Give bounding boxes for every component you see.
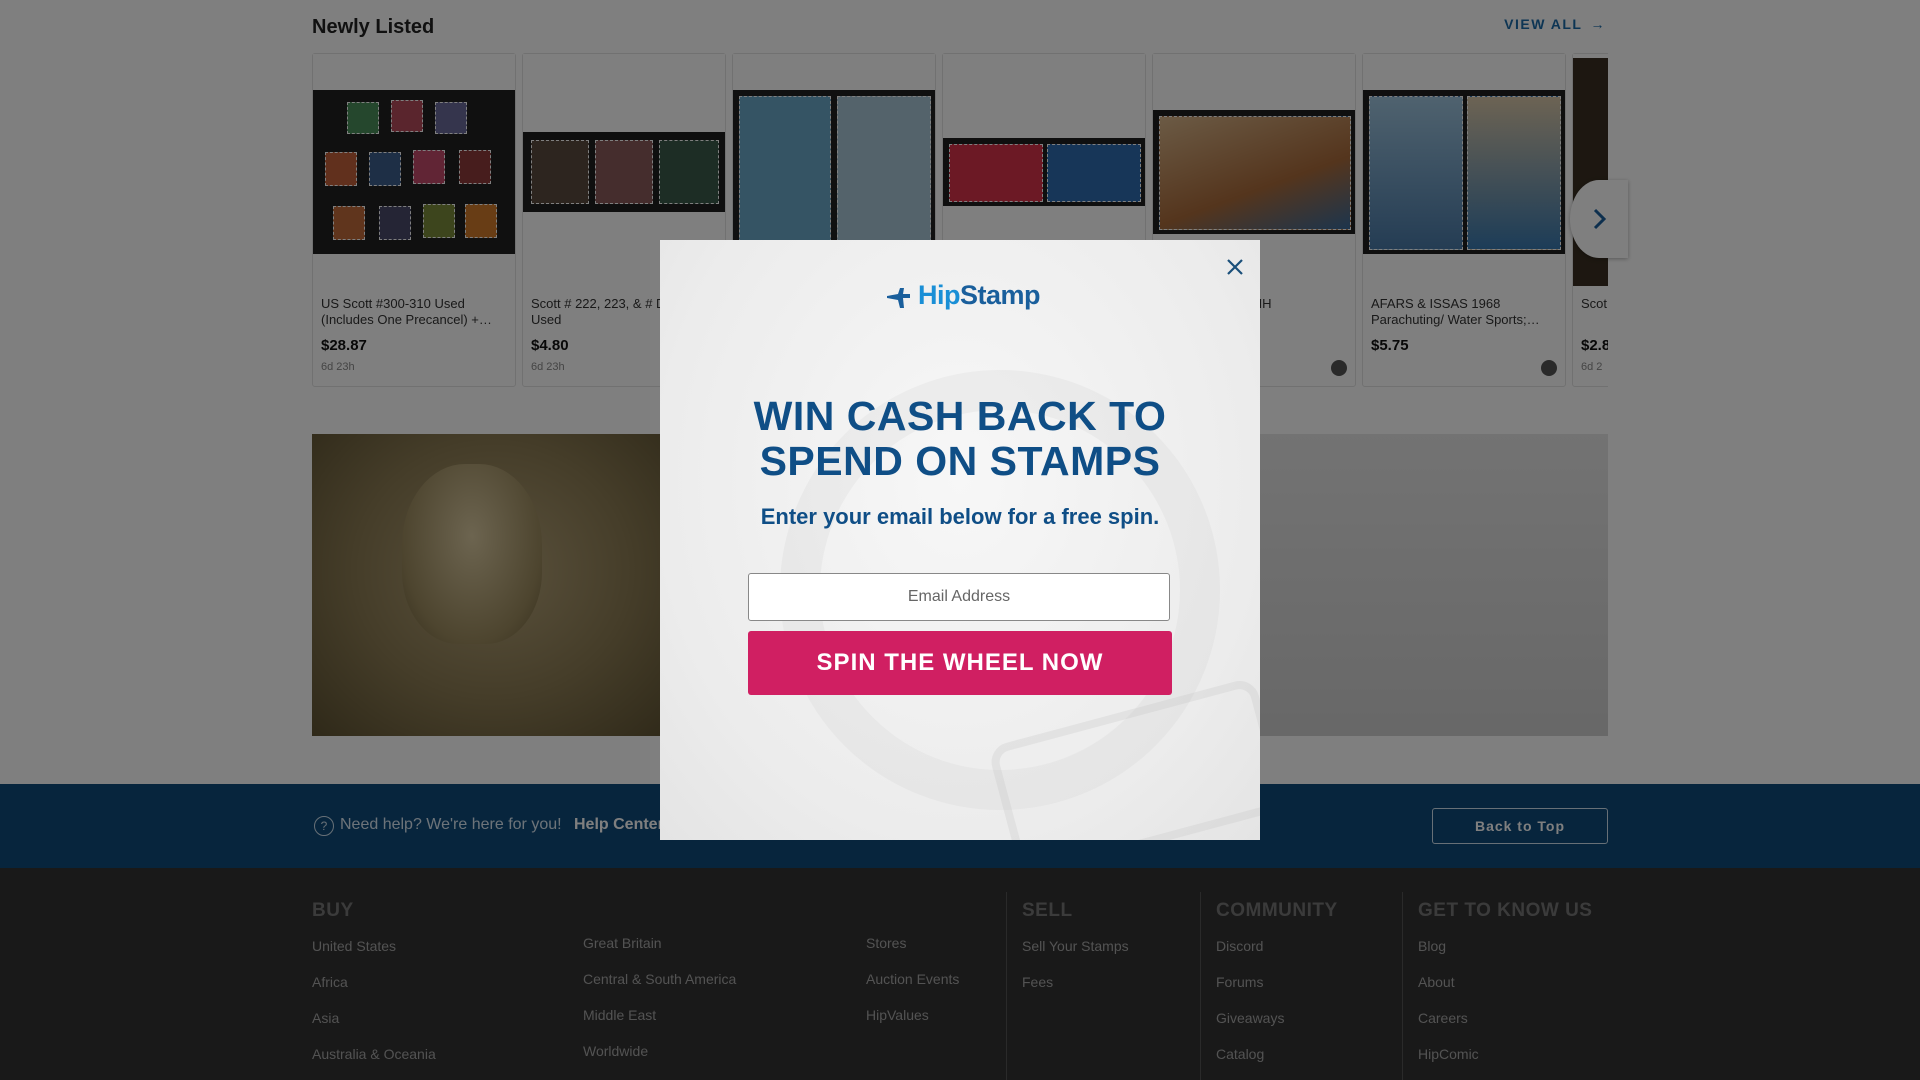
close-icon (1227, 259, 1243, 275)
hipstamp-logo: HipStamp (884, 274, 1041, 318)
logo-wordmark: HipStamp (918, 280, 1041, 311)
email-field[interactable] (748, 573, 1170, 621)
spin-the-wheel-button[interactable]: SPIN THE WHEEL NOW (748, 631, 1172, 695)
page: Newly Listed VIEW ALL→ (0, 0, 1920, 1080)
modal-subline: Enter your email below for a free spin. (760, 504, 1160, 529)
spin-wheel-modal (660, 240, 1260, 840)
modal-headline: WIN CASH BACK TO SPEND ON STAMPS (753, 393, 1167, 484)
logo-stamp: Stamp (960, 280, 1041, 310)
close-button[interactable] (1222, 254, 1248, 280)
logo-hip: Hip (918, 280, 961, 310)
